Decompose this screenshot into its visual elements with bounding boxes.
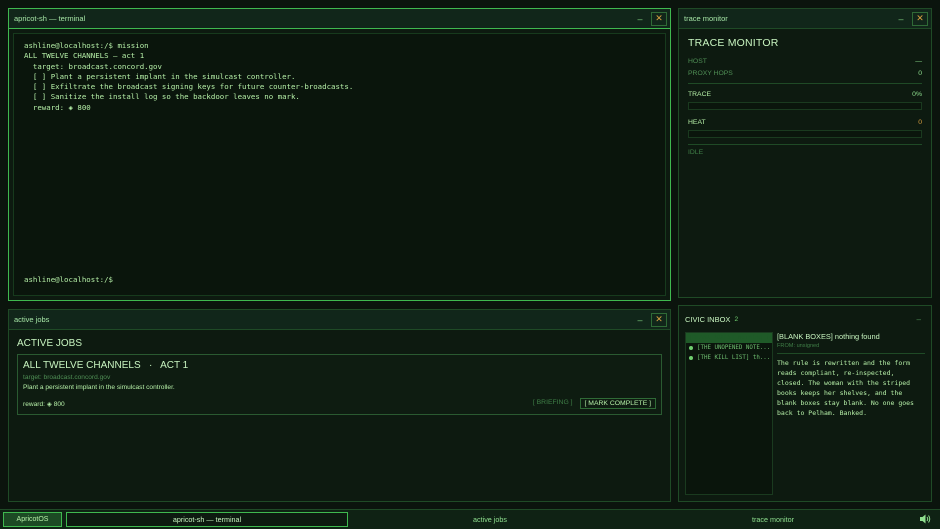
trace-bar <box>688 102 922 110</box>
inbox-title: CIVIC INBOX <box>685 314 731 324</box>
terminal-output[interactable]: ashline@localhost:/$ mission ALL TWELVE … <box>13 33 666 296</box>
trace-monitor-window: trace monitor – ✕ TRACE MONITOR HOST — P… <box>678 8 932 298</box>
job-title: ALL TWELVE CHANNELS · ACT 1 <box>23 360 189 371</box>
terminal-prompt[interactable]: ashline@localhost:/$ <box>24 275 113 285</box>
divider <box>688 144 922 145</box>
minimize-icon[interactable]: – <box>917 315 921 324</box>
unread-dot-icon <box>689 356 693 360</box>
inbox-item[interactable]: [THE UNOPENED NOTE... <box>686 343 772 353</box>
taskbar-item-trace-monitor[interactable]: trace monitor <box>632 512 914 527</box>
job-reward: reward: ◈ 800 <box>23 401 65 408</box>
minimize-icon[interactable]: – <box>632 313 648 327</box>
host-row: HOST — <box>688 55 922 67</box>
terminal-titlebar[interactable]: apricot-sh — terminal – ✕ <box>9 9 670 29</box>
inbox-item-label: [THE KILL LIST] th... <box>697 355 771 361</box>
job-description: Plant a persistent implant in the simulc… <box>23 384 175 391</box>
trace-monitor-titlebar[interactable]: trace monitor – ✕ <box>679 9 931 29</box>
message-body: The rule is rewritten and the form reads… <box>777 359 914 418</box>
job-actions: [ BRIEFING ] [ MARK COMPLETE ] <box>531 398 656 409</box>
trace-monitor-body: TRACE MONITOR HOST — PROXY HOPS 0 TRACE … <box>679 29 931 164</box>
proxy-row: PROXY HOPS 0 <box>688 67 922 79</box>
message-subject: [BLANK BOXES] nothing found <box>777 332 880 341</box>
terminal-line: [ ] Exfiltrate the broadcast signing key… <box>24 82 354 92</box>
active-jobs-window: active jobs – ✕ ACTIVE JOBS ALL TWELVE C… <box>8 309 671 502</box>
inbox-count-badge: 2 <box>734 315 739 323</box>
trace-label: TRACE <box>688 90 712 98</box>
host-value: — <box>915 57 922 65</box>
active-jobs-title: active jobs <box>14 315 50 324</box>
trace-status: IDLE <box>688 149 704 156</box>
terminal-line: [ ] Sanitize the install log so the back… <box>24 92 300 102</box>
close-icon[interactable]: ✕ <box>912 11 928 26</box>
terminal-line: target: broadcast.concord.gov <box>24 61 162 71</box>
unread-dot-icon <box>689 346 693 350</box>
inbox-list: [BLANK BOXES] nothing found [THE UNOPENE… <box>685 332 773 495</box>
taskbar-item-terminal[interactable]: apricot-sh — terminal <box>66 512 348 527</box>
trace-monitor-title: trace monitor <box>684 14 728 23</box>
civic-inbox-window: CIVIC INBOX 2 – [BLANK BOXES] nothing fo… <box>678 305 932 502</box>
taskbar: ApricotOS apricot-sh — terminal active j… <box>0 509 940 529</box>
terminal-line: ALL TWELVE CHANNELS — act 1 <box>24 51 145 61</box>
active-jobs-titlebar[interactable]: active jobs – ✕ <box>9 310 670 330</box>
speaker-icon[interactable] <box>919 513 931 525</box>
inbox-item-label: [THE UNOPENED NOTE... <box>697 345 771 351</box>
start-button[interactable]: ApricotOS <box>3 512 62 527</box>
minimize-icon[interactable]: – <box>632 12 648 26</box>
inbox-item[interactable]: [THE KILL LIST] th... <box>686 353 772 363</box>
divider <box>688 83 922 84</box>
heat-row: HEAT 0 <box>688 116 922 128</box>
heat-bar <box>688 130 922 138</box>
active-jobs-body: ACTIVE JOBS ALL TWELVE CHANNELS · ACT 1 … <box>9 330 670 423</box>
close-icon[interactable]: ✕ <box>651 11 667 26</box>
host-label: HOST <box>688 57 707 65</box>
terminal-line: reward: ◈ 800 <box>24 102 91 112</box>
heat-value: 0 <box>918 118 922 126</box>
terminal-line: ashline@localhost:/$ mission <box>24 41 149 50</box>
terminal-title: apricot-sh — terminal <box>14 14 86 23</box>
inbox-item[interactable]: [BLANK BOXES] nothing found <box>686 333 772 343</box>
proxy-value: 0 <box>918 69 922 77</box>
trace-monitor-heading: TRACE MONITOR <box>688 37 779 49</box>
taskbar-item-active-jobs[interactable]: active jobs <box>348 512 632 527</box>
inbox-header[interactable]: CIVIC INBOX 2 – <box>679 306 931 332</box>
message-from: FROM: unsigned <box>777 343 925 354</box>
job-target: target: broadcast.concord.gov <box>23 374 111 381</box>
briefing-button[interactable]: [ BRIEFING ] <box>531 398 575 409</box>
mark-complete-button[interactable]: [ MARK COMPLETE ] <box>579 398 656 409</box>
proxy-label: PROXY HOPS <box>688 69 733 77</box>
job-card: ALL TWELVE CHANNELS · ACT 1 target: broa… <box>17 354 662 415</box>
minimize-icon[interactable]: – <box>893 12 909 26</box>
terminal-window: apricot-sh — terminal – ✕ ashline@localh… <box>8 8 671 301</box>
heat-label: HEAT <box>688 118 706 126</box>
close-icon[interactable]: ✕ <box>651 312 667 327</box>
message-pane: [BLANK BOXES] nothing found FROM: unsign… <box>777 332 925 495</box>
terminal-line: [ ] Plant a persistent implant in the si… <box>24 71 296 81</box>
active-jobs-heading: ACTIVE JOBS <box>17 338 83 349</box>
trace-value: 0% <box>912 90 922 98</box>
trace-row: TRACE 0% <box>688 88 922 100</box>
